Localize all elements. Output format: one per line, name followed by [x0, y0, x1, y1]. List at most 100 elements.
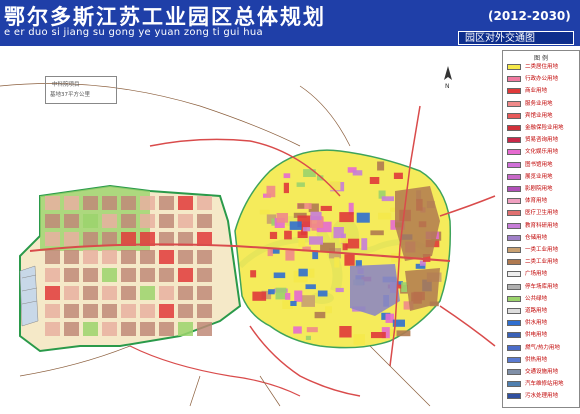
land-parcel [102, 196, 117, 210]
legend-swatch [507, 344, 521, 351]
land-parcel [275, 287, 287, 300]
legend-swatch [507, 186, 521, 192]
land-parcel [83, 286, 98, 300]
legend-swatch [507, 88, 521, 95]
legend-label: 供热用地 [525, 356, 548, 363]
legend-item: 贸易咨询用地 [507, 136, 579, 145]
land-parcel [102, 268, 117, 282]
legend-swatch [507, 271, 521, 278]
legend-swatch [507, 259, 521, 266]
land-parcel [268, 289, 275, 295]
land-parcel [159, 196, 174, 210]
land-parcel [64, 250, 79, 264]
legend-swatch [507, 381, 521, 388]
land-parcel [159, 322, 174, 336]
legend-item: 金融保险业用地 [507, 124, 579, 133]
legend-item: 汽车维修站用地 [507, 380, 579, 389]
land-parcel [140, 214, 155, 228]
legend-item: 仓储用地 [507, 234, 579, 243]
land-parcel [64, 286, 79, 300]
legend-label: 二类居住用地 [525, 64, 559, 70]
legend-item: 燃气/热力用地 [507, 344, 579, 353]
legend-label: 服务业用地 [525, 100, 553, 107]
land-parcel [121, 286, 136, 300]
land-parcel [102, 250, 117, 264]
map-frame: N 中科院项目 基地37平方公里 图 例 二类居住用地 行政办公用地 商业用地 服务业… [0, 46, 580, 414]
land-parcel [178, 322, 193, 336]
legend-swatch [507, 161, 521, 168]
land-parcel [353, 334, 365, 345]
land-parcel [297, 203, 305, 209]
land-parcel [289, 221, 302, 230]
legend-item: 一类工业用地 [507, 246, 579, 255]
land-parcel [371, 332, 386, 339]
legend-item: 供水用地 [507, 319, 579, 328]
land-parcel [356, 212, 370, 223]
legend-label: 二类工业用地 [525, 259, 559, 266]
land-parcel [298, 238, 306, 247]
legend-item: 服务业用地 [507, 100, 579, 109]
land-parcel [45, 250, 60, 264]
land-parcel [385, 313, 394, 323]
legend-item: 商业用地 [507, 87, 579, 96]
land-parcel [393, 172, 403, 179]
land-parcel [197, 250, 212, 264]
land-parcel [178, 286, 193, 300]
legend-label: 商业用地 [525, 88, 548, 95]
legend-swatch [507, 332, 521, 339]
land-parcel [285, 250, 295, 261]
legend-item: 供热用地 [507, 356, 579, 365]
legend-item: 二类工业用地 [507, 258, 579, 267]
land-parcel [64, 268, 79, 282]
legend-item: 停车场库用地 [507, 283, 579, 292]
western-zone [19, 184, 242, 353]
legend-swatch [507, 137, 521, 144]
land-parcel [320, 205, 332, 211]
land-parcel [83, 196, 98, 210]
land-parcel [310, 211, 322, 221]
land-parcel [197, 304, 212, 318]
legend-label: 一类工业用地 [525, 247, 559, 253]
legend-label: 影剧院用地 [525, 186, 553, 192]
pinyin-subtitle: e er duo si jiang su gong ye yuan zong t… [4, 27, 263, 38]
legend-item: 文化娱乐用地 [507, 148, 579, 157]
land-parcel [140, 250, 155, 264]
legend-item: 道路用地 [507, 307, 579, 316]
land-parcel [45, 196, 60, 210]
legend-item: 行政办公用地 [507, 75, 579, 84]
legend-item: 广场用地 [507, 270, 579, 279]
land-parcel [344, 254, 355, 266]
land-parcel [102, 304, 117, 318]
land-parcel [64, 322, 79, 336]
land-parcel [290, 301, 297, 306]
land-parcel [83, 304, 98, 318]
land-parcel [45, 304, 60, 318]
legend-swatch [507, 125, 521, 131]
land-parcel [361, 238, 368, 251]
legend-item: 污水处理用地 [507, 392, 579, 401]
annotation-box [45, 76, 117, 104]
map-caption: 园区对外交通图 [458, 31, 574, 45]
land-parcel [121, 214, 136, 228]
land-parcel [308, 268, 315, 278]
header-bar: 鄂尔多斯江苏工业园区总体规划 (2012-2030) e er duo si j… [0, 0, 580, 46]
land-parcel [197, 268, 212, 282]
land-parcel [283, 173, 291, 179]
legend-item: 交通设施用地 [507, 368, 579, 377]
legend-label: 交通设施用地 [525, 369, 559, 375]
legend-swatch [507, 173, 521, 180]
land-parcel [339, 326, 352, 338]
land-parcel [339, 238, 348, 244]
legend-item: 宾馆业用地 [507, 112, 579, 121]
legend-swatch [507, 222, 521, 229]
land-parcel [45, 322, 60, 336]
legend-swatch [507, 210, 521, 217]
north-arrow-icon: N [444, 66, 452, 90]
land-parcel [64, 214, 79, 228]
land-parcel [159, 304, 174, 318]
legend-swatch [507, 356, 521, 363]
land-parcel [377, 161, 385, 171]
land-parcel [369, 177, 380, 184]
legend-label: 污水处理用地 [525, 393, 559, 400]
legend-label: 燃气/热力用地 [525, 344, 560, 351]
